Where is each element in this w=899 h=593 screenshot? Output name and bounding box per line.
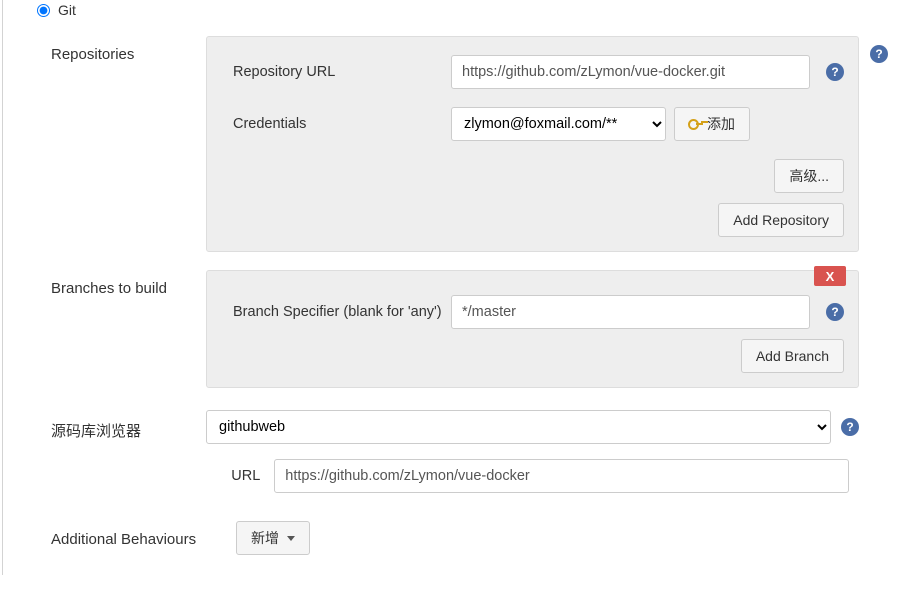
- help-icon[interactable]: ?: [826, 303, 844, 321]
- browser-url-input[interactable]: [274, 459, 849, 493]
- branches-label: Branches to build: [51, 270, 206, 388]
- add-behaviour-button[interactable]: 新增: [236, 521, 310, 555]
- behaviours-label: Additional Behaviours: [51, 521, 236, 555]
- help-icon[interactable]: ?: [826, 63, 844, 81]
- branch-specifier-label: Branch Specifier (blank for 'any'): [221, 304, 451, 320]
- repo-url-label: Repository URL: [221, 64, 451, 80]
- browser-url-label: URL: [206, 468, 274, 484]
- scm-git-radio-row[interactable]: Git: [23, 0, 899, 26]
- branches-section: Branches to build X Branch Specifier (bl…: [23, 252, 899, 388]
- key-icon: [689, 117, 703, 131]
- git-radio[interactable]: [37, 4, 50, 17]
- repo-url-input[interactable]: [451, 55, 810, 89]
- behaviours-section: Additional Behaviours 新增: [23, 493, 899, 555]
- repo-browser-label: 源码库浏览器: [51, 410, 206, 493]
- repo-browser-select[interactable]: githubweb: [206, 410, 831, 444]
- branch-panel: X Branch Specifier (blank for 'any') ? A…: [206, 270, 859, 388]
- repositories-label: Repositories: [51, 36, 206, 252]
- add-branch-button[interactable]: Add Branch: [741, 339, 844, 373]
- add-credentials-button[interactable]: 添加: [674, 107, 750, 141]
- add-repository-button[interactable]: Add Repository: [718, 203, 844, 237]
- credentials-label: Credentials: [221, 116, 451, 132]
- repository-panel: ? Repository URL ? Credentials zlymon@fo…: [206, 36, 859, 252]
- advanced-button[interactable]: 高级...: [774, 159, 844, 193]
- git-radio-label: Git: [58, 2, 76, 18]
- help-icon[interactable]: ?: [841, 418, 859, 436]
- repo-browser-section: 源码库浏览器 githubweb ? URL: [23, 388, 899, 493]
- delete-branch-button[interactable]: X: [814, 266, 846, 286]
- help-icon[interactable]: ?: [870, 45, 888, 63]
- repositories-section: Repositories ? Repository URL ? Credenti…: [23, 26, 899, 252]
- credentials-select[interactable]: zlymon@foxmail.com/**: [451, 107, 666, 141]
- chevron-down-icon: [287, 536, 295, 541]
- branch-specifier-input[interactable]: [451, 295, 810, 329]
